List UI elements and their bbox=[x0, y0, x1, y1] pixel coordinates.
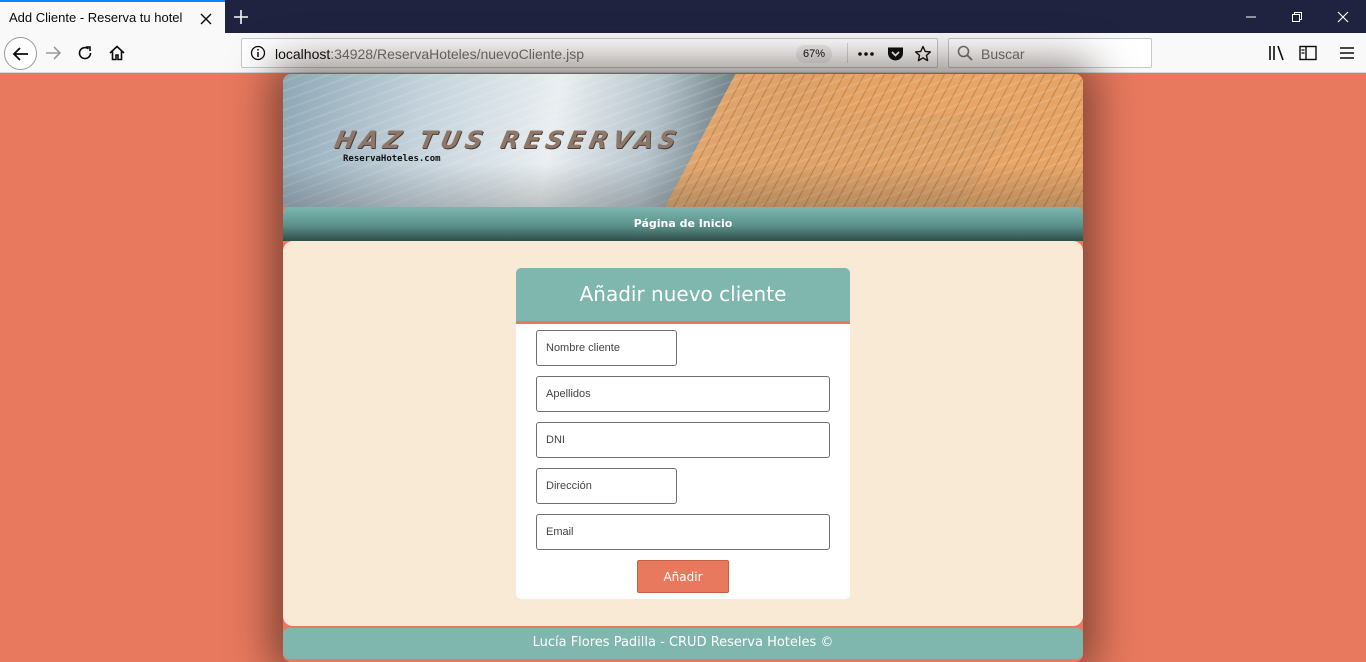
menu-hamburger-icon[interactable] bbox=[1336, 42, 1358, 64]
tab-title: Add Cliente - Reserva tu hotel bbox=[9, 10, 183, 25]
banner-subtitle: ReservaHoteles.com bbox=[343, 154, 441, 164]
page-actions-icon[interactable] bbox=[856, 44, 876, 64]
page-footer: Lucía Flores Padilla - CRUD Reserva Hote… bbox=[283, 628, 1083, 659]
zoom-indicator[interactable]: 67% bbox=[796, 45, 833, 63]
minimize-window-icon[interactable] bbox=[1228, 0, 1274, 33]
nav-home-link[interactable]: Página de Inicio bbox=[634, 217, 733, 230]
email-input[interactable] bbox=[536, 514, 830, 550]
url-separator bbox=[847, 43, 848, 63]
url-text: localhost:34928/ReservaHoteles/nuevoClie… bbox=[275, 46, 584, 62]
close-tab-icon[interactable] bbox=[199, 11, 213, 25]
url-path: :34928/ReservaHoteles/nuevoCliente.jsp bbox=[330, 46, 584, 62]
new-client-form: Añadir nuevo cliente Añadir bbox=[516, 268, 850, 599]
url-host: localhost bbox=[275, 46, 331, 62]
search-placeholder: Buscar bbox=[981, 46, 1025, 62]
footer-text: Lucía Flores Padilla - CRUD Reserva Hote… bbox=[532, 635, 834, 650]
search-icon bbox=[957, 45, 973, 61]
bookmark-star-icon[interactable] bbox=[913, 44, 933, 64]
sidebar-toggle-icon[interactable] bbox=[1297, 42, 1319, 64]
pocket-icon[interactable] bbox=[885, 44, 905, 64]
direccion-input[interactable] bbox=[536, 468, 677, 504]
reload-icon[interactable] bbox=[74, 42, 96, 64]
form-header: Añadir nuevo cliente bbox=[516, 268, 850, 324]
new-tab-icon[interactable] bbox=[230, 6, 252, 28]
apellidos-input[interactable] bbox=[536, 376, 830, 412]
banner-title: HAZ TUS RESERVAS bbox=[332, 126, 684, 154]
browser-titlebar: Add Cliente - Reserva tu hotel bbox=[0, 0, 1366, 33]
back-arrow-icon[interactable] bbox=[4, 37, 37, 70]
add-client-button[interactable]: Añadir bbox=[637, 560, 729, 593]
address-bar[interactable]: localhost:34928/ReservaHoteles/nuevoClie… bbox=[241, 38, 938, 68]
close-window-icon[interactable] bbox=[1320, 0, 1366, 33]
header-banner: HAZ TUS RESERVAS ReservaHoteles.com bbox=[283, 74, 1083, 207]
search-bar[interactable]: Buscar bbox=[948, 38, 1152, 68]
library-icon[interactable] bbox=[1266, 42, 1288, 64]
banner-fade bbox=[283, 164, 1083, 207]
browser-tab[interactable]: Add Cliente - Reserva tu hotel bbox=[0, 0, 225, 33]
home-icon[interactable] bbox=[106, 42, 128, 64]
nombre-cliente-input[interactable] bbox=[536, 330, 677, 366]
browser-toolbar: localhost:34928/ReservaHoteles/nuevoClie… bbox=[0, 33, 1366, 73]
main-nav: Página de Inicio bbox=[283, 207, 1083, 241]
restore-window-icon[interactable] bbox=[1274, 0, 1320, 33]
site-info-icon[interactable] bbox=[250, 45, 266, 61]
dni-input[interactable] bbox=[536, 422, 830, 458]
form-title: Añadir nuevo cliente bbox=[579, 282, 787, 306]
forward-arrow-icon[interactable] bbox=[42, 42, 64, 64]
